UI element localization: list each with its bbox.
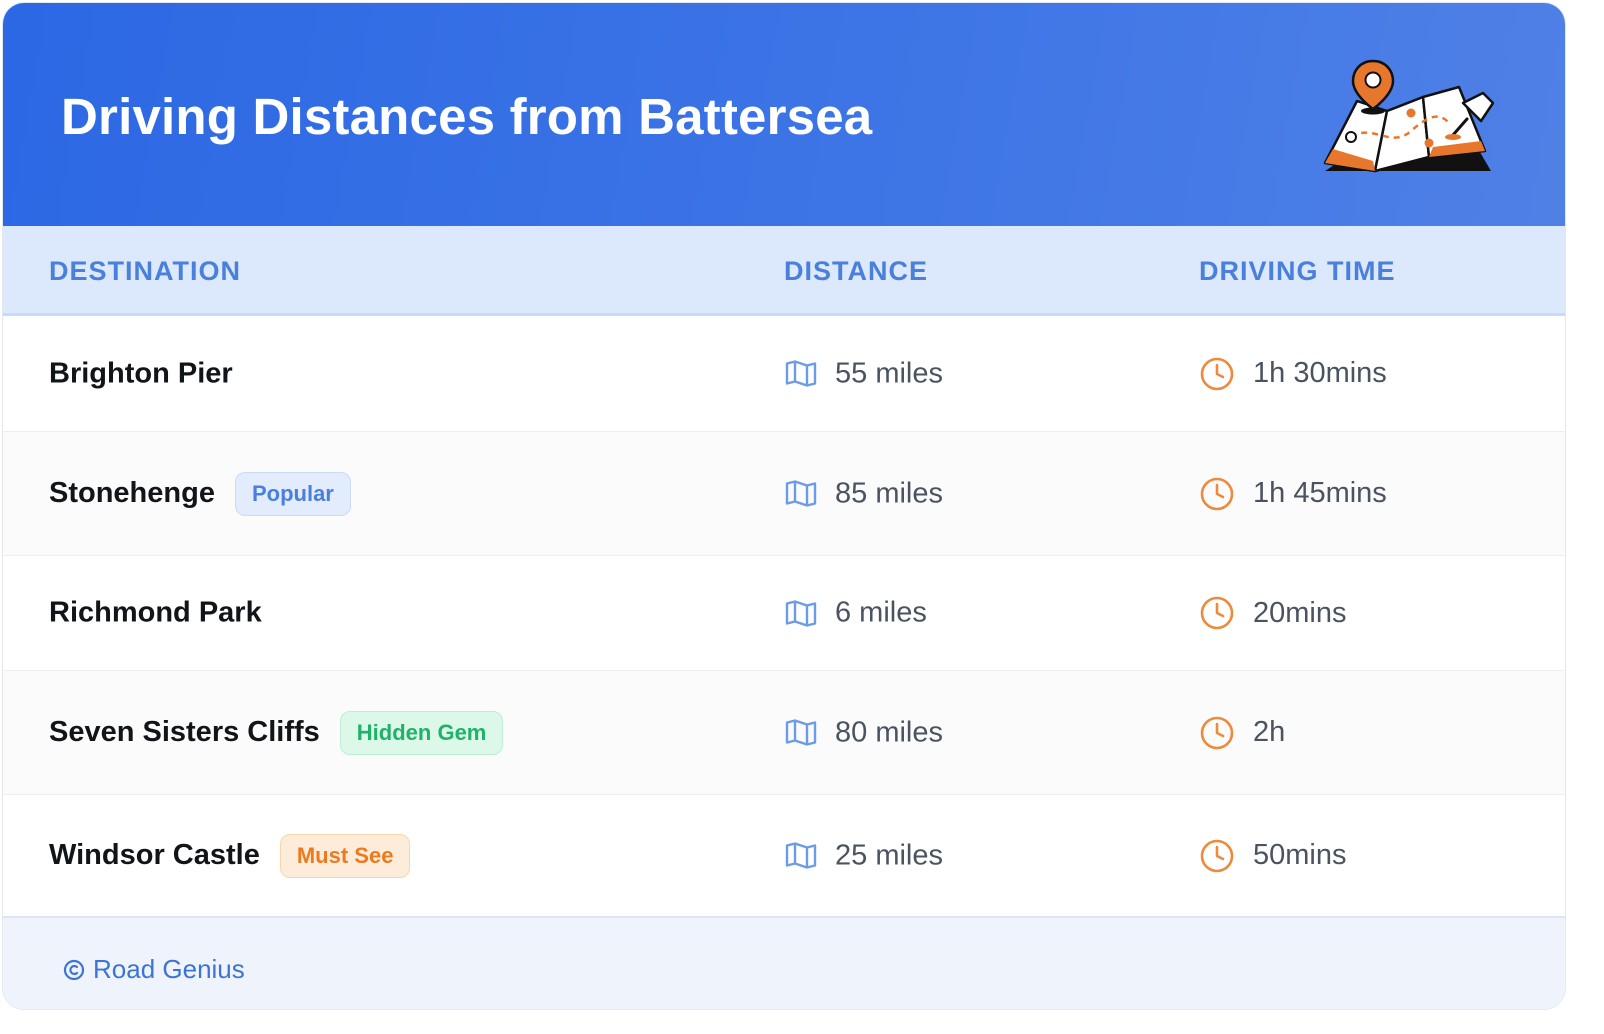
must-see-badge: Must See xyxy=(279,833,411,878)
time-value: 1h 45mins xyxy=(1253,477,1387,509)
hidden-gem-badge: Hidden Gem xyxy=(339,710,504,755)
distance-cell: 25 miles xyxy=(785,839,943,872)
time-value: 2h xyxy=(1253,716,1286,748)
footer-brand[interactable]: Road Genius xyxy=(63,954,245,985)
time-cell: 2h xyxy=(1199,715,1285,751)
footer-brand-text: Road Genius xyxy=(93,954,245,984)
table-row: Richmond Park 6 miles 20mins xyxy=(3,556,1565,671)
distance-cell: 55 miles xyxy=(785,357,943,390)
card-footer: Road Genius xyxy=(3,916,1565,1009)
time-cell: 50mins xyxy=(1199,838,1347,874)
popular-badge: Popular xyxy=(234,471,351,516)
distance-value: 25 miles xyxy=(835,839,943,871)
destination-cell: Stonehenge Popular xyxy=(49,471,351,516)
map-icon xyxy=(785,842,817,869)
table-header: DESTINATION DISTANCE DRIVING TIME xyxy=(3,226,1565,316)
copyright-icon xyxy=(63,959,85,980)
map-icon xyxy=(785,480,817,507)
clock-icon xyxy=(1200,357,1234,390)
distance-value: 85 miles xyxy=(835,477,943,509)
destination-cell: Richmond Park xyxy=(49,597,262,630)
destination-name: Windsor Castle xyxy=(49,839,260,871)
distance-cell: 85 miles xyxy=(785,477,943,510)
clock-icon xyxy=(1200,716,1234,749)
destination-cell: Seven Sisters Cliffs Hidden Gem xyxy=(49,710,504,755)
clock-icon xyxy=(1200,596,1234,630)
table-row: Windsor Castle Must See 25 miles 50mins xyxy=(3,795,1565,916)
column-header-driving-time: DRIVING TIME xyxy=(1199,256,1396,286)
distance-cell: 6 miles xyxy=(785,597,927,630)
time-value: 1h 30mins xyxy=(1253,357,1387,389)
clock-icon xyxy=(1200,477,1234,510)
distance-value: 80 miles xyxy=(835,716,943,748)
time-cell: 1h 30mins xyxy=(1199,356,1387,392)
map-icon xyxy=(785,360,817,387)
map-pin-illustration xyxy=(1323,59,1495,173)
time-value: 20mins xyxy=(1253,596,1347,629)
distance-value: 6 miles xyxy=(835,596,927,629)
column-header-destination: DESTINATION xyxy=(49,256,241,286)
table-row: Brighton Pier 55 miles 1h 30mins xyxy=(3,316,1565,432)
distance-card: Driving Distances from Battersea DESTINA… xyxy=(2,2,1566,1010)
table-row: Stonehenge Popular 85 miles 1h 45mins xyxy=(3,432,1565,556)
destination-name: Seven Sisters Cliffs xyxy=(49,716,320,748)
destination-name: Stonehenge xyxy=(49,477,215,509)
distance-cell: 80 miles xyxy=(785,716,943,749)
clock-icon xyxy=(1200,839,1234,872)
time-cell: 1h 45mins xyxy=(1199,476,1387,512)
distance-value: 55 miles xyxy=(835,357,943,389)
time-cell: 20mins xyxy=(1199,595,1347,631)
destination-name: Brighton Pier xyxy=(49,357,233,389)
destination-name: Richmond Park xyxy=(49,596,262,629)
time-value: 50mins xyxy=(1253,839,1347,871)
map-icon xyxy=(785,599,817,627)
column-header-distance: DISTANCE xyxy=(784,256,929,286)
destination-cell: Brighton Pier xyxy=(49,357,233,390)
card-header: Driving Distances from Battersea xyxy=(3,3,1565,226)
table-row: Seven Sisters Cliffs Hidden Gem 80 miles… xyxy=(3,671,1565,795)
destination-cell: Windsor Castle Must See xyxy=(49,833,411,878)
page-title: Driving Distances from Battersea xyxy=(61,88,873,145)
map-icon xyxy=(785,719,817,746)
